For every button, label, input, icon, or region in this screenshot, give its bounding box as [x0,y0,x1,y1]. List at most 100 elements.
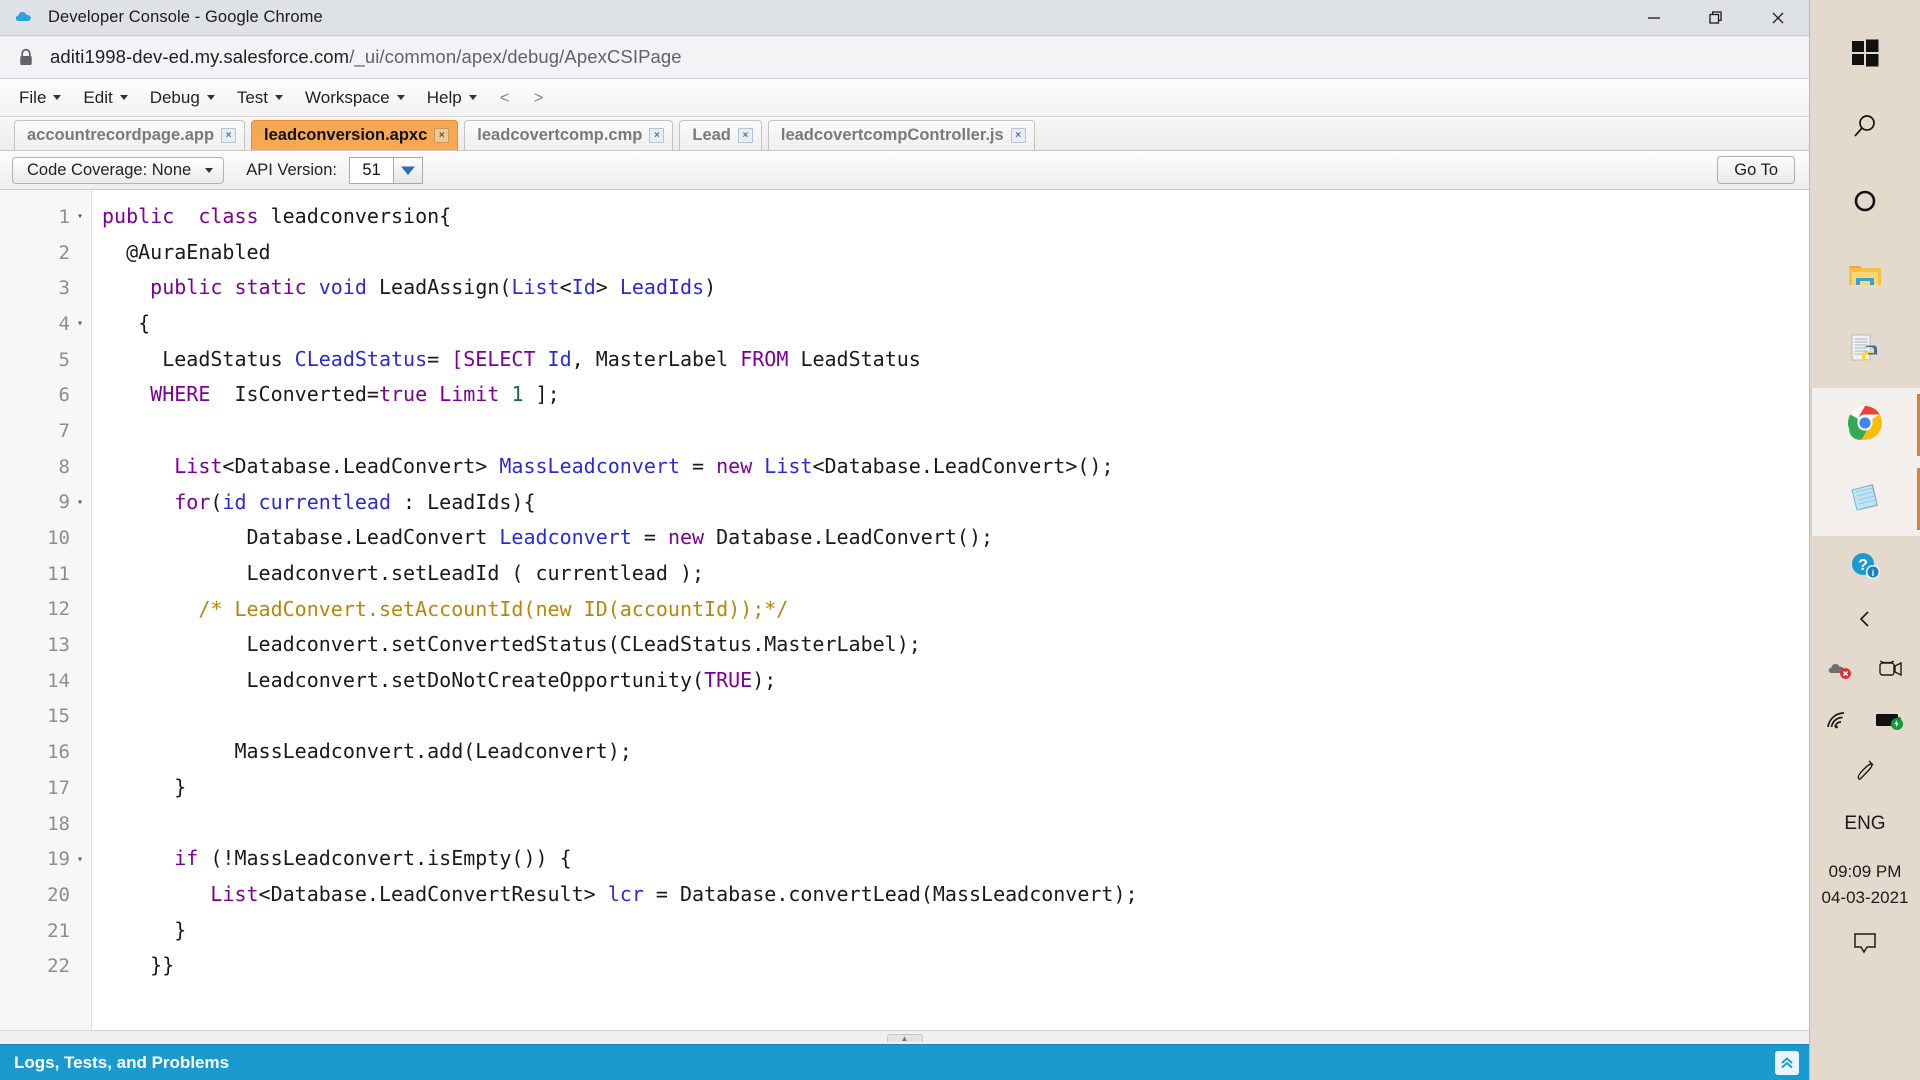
file-explorer-button[interactable] [1810,240,1920,314]
menu-test[interactable]: Test [226,86,294,110]
code-line: LeadStatus CLeadStatus= [SELECT Id, Mast… [102,342,1809,378]
line-number-row: 1 ▾ [0,199,91,235]
chevron-down-icon[interactable] [393,156,423,184]
tab-close-icon[interactable]: × [649,128,665,143]
fold-toggle-icon[interactable]: ▾ [75,318,85,329]
code-editor[interactable]: 1 ▾ 2 3 4 ▾ 5 6 7 8 9 ▾ 10 11 12 13 14 15 16 17 18 19 ▾ 20 21 22 … [0,190,1809,1030]
search-button[interactable] [1810,92,1920,166]
fold-toggle-icon[interactable]: ▾ [75,854,85,865]
tab-leadcovertcomp-cmp[interactable]: leadcovertcomp.cmp × [464,120,674,150]
go-to-button[interactable]: Go To [1717,156,1795,184]
line-number-row: 3 [0,270,91,306]
line-number: 16 [47,741,70,764]
onedrive-error-icon[interactable] [1827,658,1853,685]
code-token: List [511,275,560,300]
code-token: FROM [740,346,801,371]
splitter-grip-icon[interactable]: ▲ [886,1033,923,1043]
notification-center-button[interactable] [1850,910,1880,961]
nav-prev-button[interactable]: < [488,86,522,110]
code-token: Database.LeadConvert [102,525,500,550]
code-token: new [716,453,765,478]
code-line: { [102,306,1809,342]
url-host: aditi1998-dev-ed.my.salesforce.com [50,46,350,67]
menu-file-label: File [19,87,47,107]
double-chevron-up-icon[interactable] [1775,1050,1799,1075]
menu-edit[interactable]: Edit [72,86,138,110]
panel-splitter[interactable]: ▲ [0,1030,1809,1044]
browser-window: Developer Console - Google Chrome aditi1… [0,0,1810,1080]
cortana-button[interactable] [1810,166,1920,240]
logs-tests-problems-panel[interactable]: Logs, Tests, and Problems [0,1044,1809,1080]
code-line: /* LeadConvert.setAccountId(new ID(accou… [102,592,1809,628]
menu-help[interactable]: Help [416,86,488,110]
start-button[interactable] [1810,18,1920,92]
code-token: = [680,453,717,478]
tab-lead[interactable]: Lead × [679,120,762,150]
tray-row-2 [1810,697,1920,748]
menu-bar: File Edit Debug Test Workspace Help < > [0,79,1809,117]
code-token: Id [571,275,596,300]
address-bar[interactable]: aditi1998-dev-ed.my.salesforce.com/_ui/c… [0,36,1809,79]
pen-button[interactable] [1810,748,1920,799]
menu-debug[interactable]: Debug [139,86,226,110]
code-token: LeadStatus [102,346,295,371]
google-chrome-icon [1847,405,1883,446]
close-button[interactable] [1747,0,1809,36]
python-app-button[interactable] [1810,314,1920,388]
fold-toggle-icon[interactable]: ▾ [75,497,85,508]
tab-close-icon[interactable]: × [737,128,753,143]
line-number-row: 21 [0,913,91,949]
code-token: LeadIds [619,275,705,300]
clock[interactable]: 09:09 PM 04-03-2021 [1822,849,1909,910]
tab-leadcovertcompcontroller-js[interactable]: leadcovertcompController.js × [767,120,1035,150]
fold-toggle-icon[interactable]: ▾ [75,211,85,222]
line-number-row: 14 [0,663,91,699]
line-number: 17 [47,776,70,799]
tab-leadconversion-apxc[interactable]: leadconversion.apxc × [251,120,459,150]
notepad-button[interactable] [1810,462,1920,536]
minimize-button[interactable] [1623,0,1685,36]
chrome-button[interactable] [1810,388,1920,462]
line-number: 22 [47,955,70,978]
line-number: 4 [58,312,70,335]
tab-label: leadconversion.apxc [264,126,428,144]
code-token: <Database.LeadConvertResult> [258,882,608,907]
code-coverage-dropdown[interactable]: Code Coverage: None [12,156,225,184]
code-token: List [764,453,813,478]
battery-charging-icon[interactable] [1875,710,1905,735]
search-magnifier-icon [1850,112,1880,147]
window-controls [1623,0,1809,36]
code-line: Leadconvert.setLeadId ( currentlead ); [102,556,1809,592]
code-token: true [378,382,440,407]
code-line: } [102,913,1809,949]
code-token: LeadAssign( [378,275,512,300]
tab-label: Lead [692,126,731,144]
language-indicator[interactable]: ENG [1844,799,1885,849]
menu-file[interactable]: File [8,86,72,110]
wifi-icon[interactable] [1825,709,1851,736]
chevron-down-icon [396,95,405,100]
menu-workspace[interactable]: Workspace [294,86,416,110]
restore-button[interactable] [1685,0,1747,36]
chevron-down-icon [53,95,62,100]
tab-close-icon[interactable]: × [434,128,450,143]
tab-close-icon[interactable]: × [1010,128,1026,143]
show-hidden-icons-button[interactable] [1810,597,1920,646]
tray-row-1 [1810,646,1920,697]
tab-close-icon[interactable]: × [221,128,237,143]
code-token: 1 [511,382,524,407]
help-button[interactable]: ? i [1810,540,1920,597]
line-number-row: 8 [0,449,91,485]
api-version-select[interactable]: 51 [349,156,423,184]
line-number: 18 [47,812,70,835]
code-token: = [427,346,452,371]
tab-accountrecordpage-app[interactable]: accountrecordpage.app × [14,120,246,150]
camera-icon[interactable] [1877,658,1903,685]
chevron-down-icon [206,95,215,100]
code-content[interactable]: public class leadconversion{ @AuraEnable… [92,190,1809,1030]
code-token: WHERE [150,382,235,407]
code-line: for(id currentlead : LeadIds){ [102,485,1809,521]
tab-label: leadcovertcomp.cmp [477,126,643,144]
nav-next-button[interactable]: > [522,86,556,110]
